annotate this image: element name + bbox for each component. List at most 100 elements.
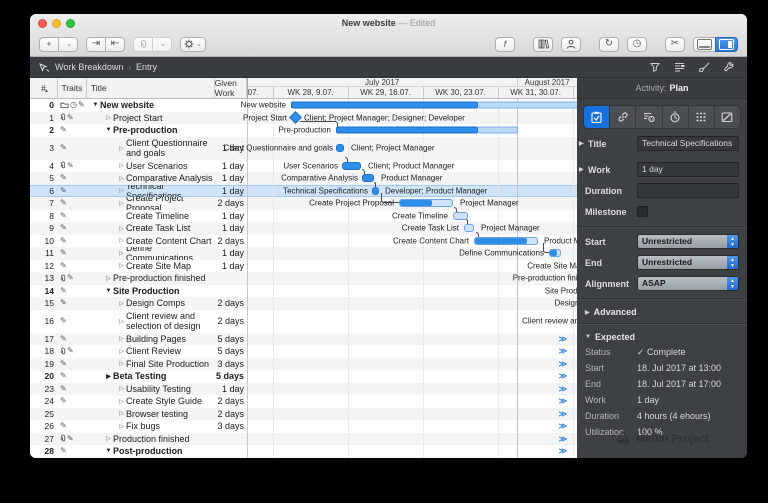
table-row[interactable]: 4 ✎ ▷ User Scenarios 1 day User Scenarios Clie… [30,156,577,172]
add-activity-options-button[interactable]: ⌄ [58,36,78,52]
disclosure-closed-icon[interactable]: ▷ [104,114,113,121]
tab-actuals[interactable]: 0 [636,106,663,128]
table-row[interactable]: 7 ✎ ▷ Create Project Proposal 2 days Create P… [30,193,577,210]
offscreen-bar-indicator[interactable]: ≫ [559,384,567,393]
view-selector-icon[interactable] [39,62,50,72]
filter-icon[interactable] [650,62,660,72]
offscreen-bar-indicator[interactable]: ≫ [559,334,567,343]
gantt-bar[interactable] [478,126,518,134]
resources-button[interactable] [561,36,581,52]
end-select[interactable]: Unrestricted ▲ ▼ [637,255,739,270]
column-header-number[interactable]: # ▲ [30,78,58,98]
tab-schedule[interactable] [663,106,689,128]
tab-style[interactable] [715,106,740,128]
disclosure-closed-icon[interactable]: ▷ [117,410,126,417]
table-row[interactable]: 19 ✎ ▷ Final Site Production 3 days ≫ [30,357,577,370]
title-input[interactable]: Technical Specifications [637,136,739,151]
table-row[interactable]: 23 ✎ ▷ Usability Testing 1 day ≫ [30,382,577,395]
offscreen-bar-indicator[interactable]: ≫ [559,372,567,381]
disclosure-closed-icon[interactable]: ▷ [117,360,126,367]
table-row[interactable]: 5 ✎ ▷ Comparative Analysis 1 day Comparative … [30,169,577,185]
gantt-bar[interactable] [362,174,374,183]
gantt-bar[interactable] [478,101,577,109]
gantt-bar[interactable] [342,161,361,170]
table-row[interactable]: 0 ◷ ✎ ▼ New website New website [30,99,577,112]
outline-format-icon[interactable] [674,62,685,72]
tab-columns[interactable] [689,106,715,128]
disclosure-closed-icon[interactable]: ▶ [579,140,585,147]
disclosure-closed-icon[interactable]: ▷ [117,175,126,182]
gantt-bar[interactable] [336,144,344,152]
column-header-title[interactable]: Title [87,78,215,98]
table-row[interactable]: 28 ✎ ▼ Post-production ≫ [30,445,577,458]
disclosure-open-icon[interactable]: ▼ [104,448,113,454]
disclosure-open-icon[interactable]: ▼ [91,102,100,108]
library-button[interactable] [533,36,553,52]
breadcrumb-section[interactable]: Entry [136,62,157,72]
offscreen-bar-indicator[interactable]: ≫ [559,422,567,431]
disclosure-closed-icon[interactable]: ▶ [579,166,585,173]
disclosure-closed-icon[interactable]: ▷ [117,200,126,207]
disclosure-closed-icon[interactable]: ▷ [117,262,126,269]
history-button[interactable]: ◷ [627,36,647,52]
table-row[interactable]: 10 ✎ ▷ Create Content Chart 2 days Create Con… [30,231,577,247]
disclosure-closed-icon[interactable]: ▷ [117,385,126,392]
column-header-given-work[interactable]: Given Work [215,78,247,98]
disclosure-closed-icon[interactable]: ▷ [104,435,113,442]
offscreen-bar-indicator[interactable]: ≫ [559,397,567,406]
formats-button[interactable]: f [495,36,515,52]
table-row[interactable]: 3 ✎ ▷ Client Questionnaire and goals 1 day Cl… [30,136,577,160]
disclosure-filled-icon[interactable]: ▶ [104,373,113,380]
disclosure-closed-icon[interactable]: ▷ [117,423,126,430]
table-row[interactable]: 27 ✎ ▷ Production finished ≫ [30,432,577,445]
table-row[interactable]: 8 ✎ Create Timeline 1 day Create Timeline [30,206,577,222]
disclosure-closed-icon[interactable]: ▷ [117,300,126,307]
table-row[interactable]: 26 ✎ ▷ Fix bugs 3 days ≫ [30,420,577,433]
alignment-select[interactable]: ASAP ▲ ▼ [637,276,739,291]
outdent-button[interactable]: ⇤ [105,36,125,52]
table-row[interactable]: 15✎▷Design Comps2 daysDesign Comps [30,297,577,310]
column-header-traits[interactable]: Traits [58,78,87,98]
gantt-bar[interactable] [372,186,379,195]
offscreen-bar-indicator[interactable]: ≫ [559,434,567,443]
gantt-bar[interactable] [399,199,453,208]
disclosure-closed-icon[interactable]: ▷ [117,145,126,152]
disclosure-closed-icon[interactable]: ▷ [117,162,126,169]
sync-button[interactable]: ↻ [599,36,619,52]
tab-plan[interactable] [584,106,611,128]
disclosure-open-icon[interactable]: ▼ [104,127,113,133]
table-row[interactable]: 6 ✎ ▷ Technical Specifications 1 day Technica… [30,181,577,197]
gantt-bar[interactable] [336,126,478,134]
add-activity-button[interactable]: + [39,36,59,52]
table-row[interactable]: 18 ✎ ▷ Client Review 5 days ≫ [30,345,577,358]
offscreen-bar-indicator[interactable]: ≫ [559,409,567,418]
disclosure-closed-icon[interactable]: ▷ [104,275,113,282]
table-row[interactable]: 2 ✎ ▼ Pre-production Pre-production [30,121,577,137]
offscreen-bar-indicator[interactable]: ≫ [559,447,567,456]
offscreen-bar-indicator[interactable]: ≫ [559,359,567,368]
advanced-section-header[interactable]: ▶ Advanced [577,303,747,319]
tab-links[interactable] [610,106,637,128]
table-row[interactable]: 20 ✎ ▶ Beta Testing 5 days ≫ [30,370,577,383]
disclosure-closed-icon[interactable]: ▷ [117,250,126,257]
breadcrumb-view[interactable]: Work Breakdown [55,62,123,72]
settings-button[interactable]: ⌄ [180,36,206,52]
table-row[interactable]: 9 ✎ ▷ Create Task List 1 day Create Task List… [30,219,577,235]
gantt-bar[interactable] [464,224,474,233]
table-row[interactable]: 12✎▷Create Site Map1 dayCreate Site Map [30,259,577,272]
table-row[interactable]: 14✎▼Site ProductionSite Production [30,284,577,297]
gantt-bar[interactable] [549,249,561,258]
work-input[interactable]: 1 day [637,162,739,177]
table-row[interactable]: 25 ▷ Browser testing 2 days ≫ [30,407,577,420]
disclosure-closed-icon[interactable]: ▷ [117,237,126,244]
milestone-checkbox[interactable] [637,206,648,217]
gantt-bar[interactable] [453,211,468,220]
indent-button[interactable]: ⇥ [86,36,106,52]
table-row[interactable]: 13 ✎ ▷ Pre-production finished Pre-productio… [30,272,577,285]
duration-input[interactable] [637,183,739,198]
table-row[interactable]: 24 ✎ ▷ Create Style Guide 2 days ≫ [30,395,577,408]
disclosure-closed-icon[interactable]: ▷ [117,187,126,194]
toggle-bottom-panel-button[interactable] [693,36,716,52]
offscreen-bar-indicator[interactable]: ≫ [559,347,567,356]
attach-options-button[interactable]: ⌄ [152,36,172,52]
